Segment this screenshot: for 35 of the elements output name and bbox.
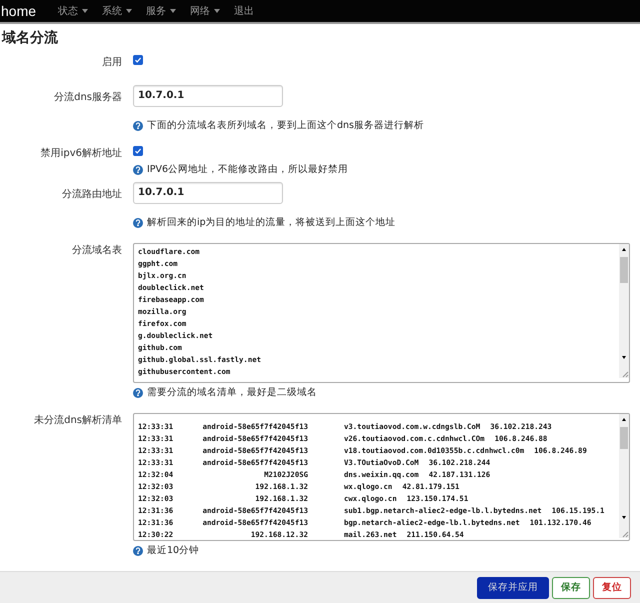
- page-title: 域名分流: [2, 29, 59, 48]
- help-icon: [133, 388, 143, 398]
- dns-log-field[interactable]: [133, 413, 630, 542]
- nav-menu[interactable]: 系统: [102, 4, 132, 18]
- save-button[interactable]: 保存: [552, 576, 590, 599]
- input-field[interactable]: 10.7.0.1: [133, 182, 283, 204]
- hint-text: IPV6公网地址，不能修改路由，所以最好禁用: [147, 163, 348, 176]
- field-label: 分流dns服务器: [53, 90, 123, 104]
- reset-button[interactable]: 复位: [593, 576, 631, 599]
- field-label: 启用: [101, 56, 123, 70]
- field-label: 分流域名表: [71, 244, 123, 258]
- field-label: 禁用ipv6解析地址: [40, 146, 123, 160]
- help-icon: [133, 546, 143, 556]
- caret-icon: [82, 9, 88, 14]
- nav-menu[interactable]: 退出: [234, 4, 254, 18]
- nav-menu[interactable]: 网络: [190, 4, 220, 18]
- brand-link[interactable]: home: [0, 3, 58, 20]
- hint-text: 需要分流的域名清单，最好是二级域名: [147, 386, 317, 400]
- nav-menu[interactable]: 服务: [146, 4, 176, 18]
- nav-menu[interactable]: 状态: [58, 4, 88, 18]
- help-icon: [133, 218, 143, 228]
- help-icon: [133, 120, 143, 131]
- field-label: 未分流dns解析清单: [33, 414, 123, 428]
- apply-button[interactable]: 保存并应用: [477, 576, 549, 599]
- hint-text: 解析回来的ip为目的地址的流量，将被送到上面这个地址: [147, 216, 396, 230]
- input-field[interactable]: 10.7.0.1: [133, 85, 283, 108]
- help-icon: [133, 164, 143, 175]
- checkbox[interactable]: [133, 55, 143, 66]
- field-label: 分流路由地址: [61, 188, 123, 202]
- hint-text: 最近10分钟: [147, 544, 200, 558]
- caret-icon: [170, 9, 176, 14]
- caret-icon: [214, 9, 220, 14]
- hint-text: 下面的分流域名表所列域名，要到上面这个dns服务器进行解析: [147, 119, 424, 132]
- caret-icon: [126, 9, 132, 14]
- checkbox[interactable]: [133, 146, 143, 156]
